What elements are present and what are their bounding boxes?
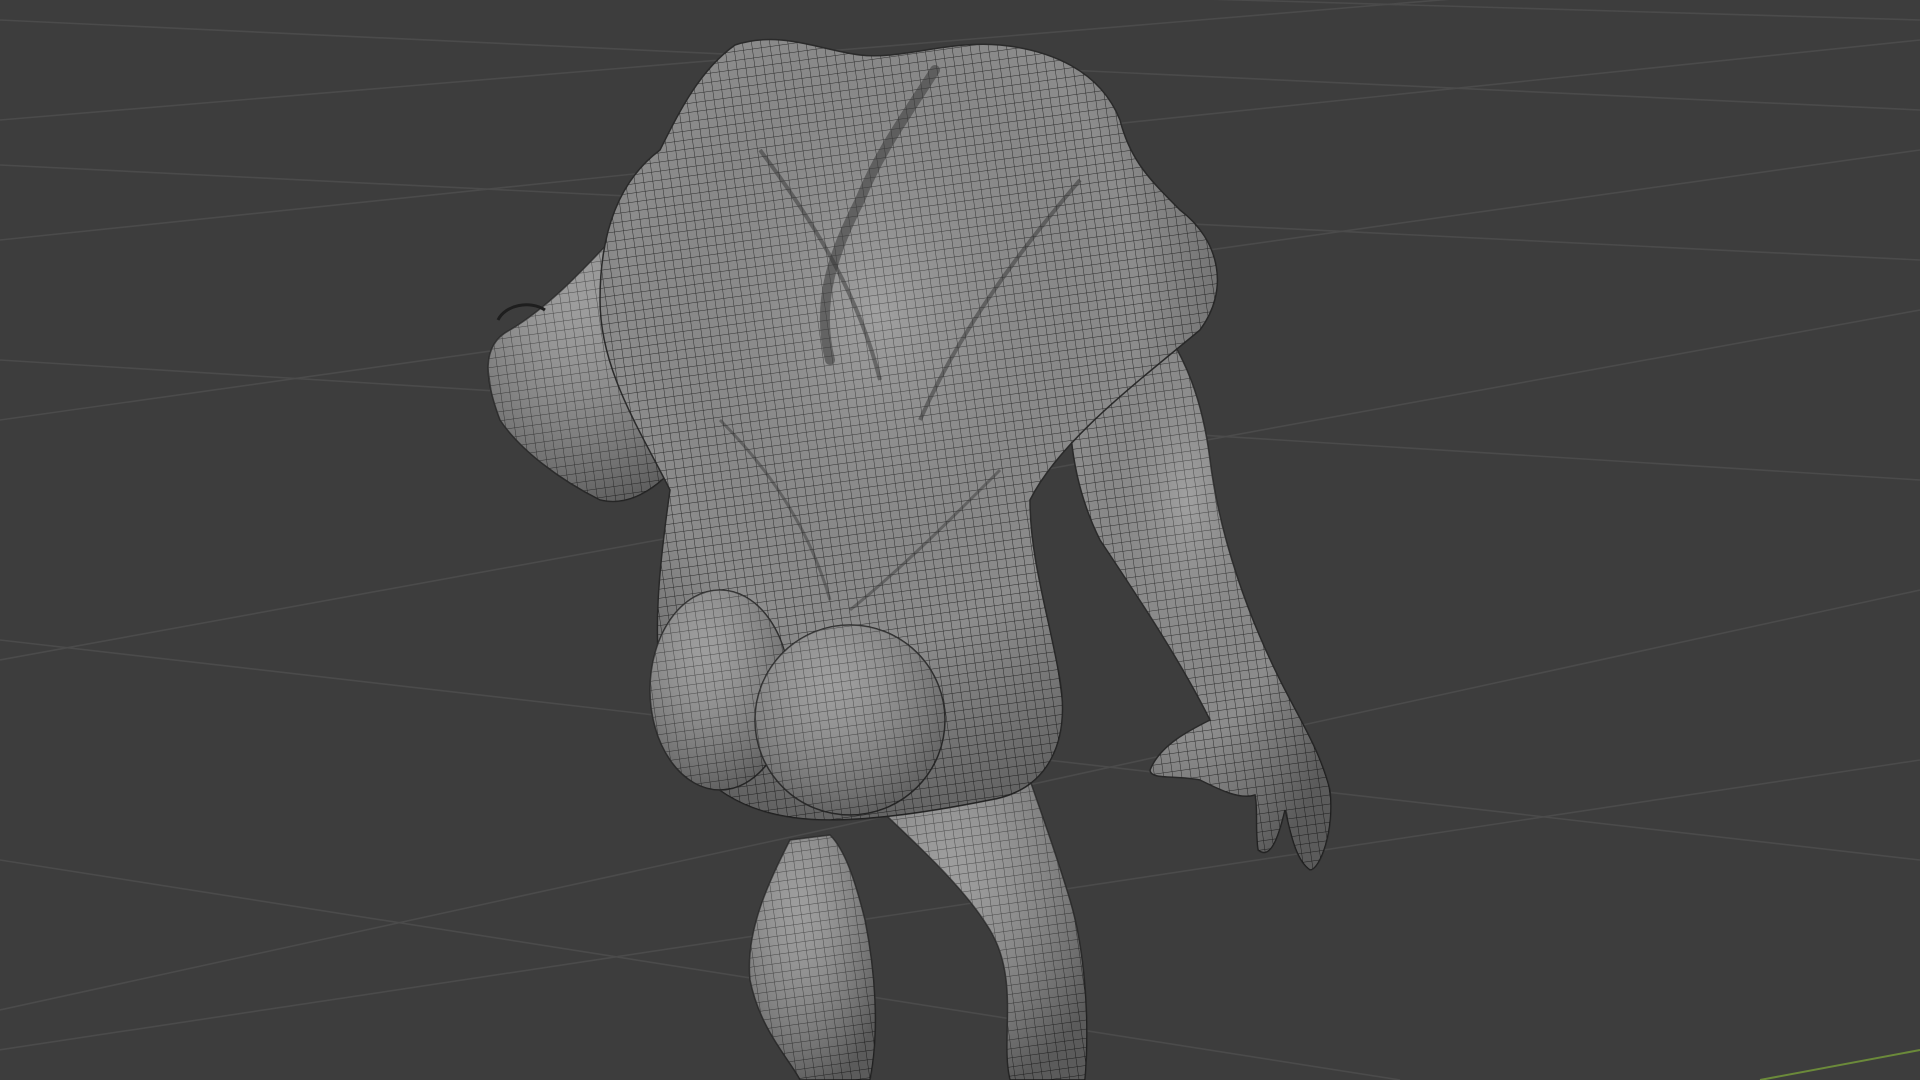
x-axis-line (1759, 1049, 1920, 1080)
viewport-canvas[interactable] (0, 0, 1920, 1080)
3d-viewport[interactable] (0, 0, 1920, 1080)
